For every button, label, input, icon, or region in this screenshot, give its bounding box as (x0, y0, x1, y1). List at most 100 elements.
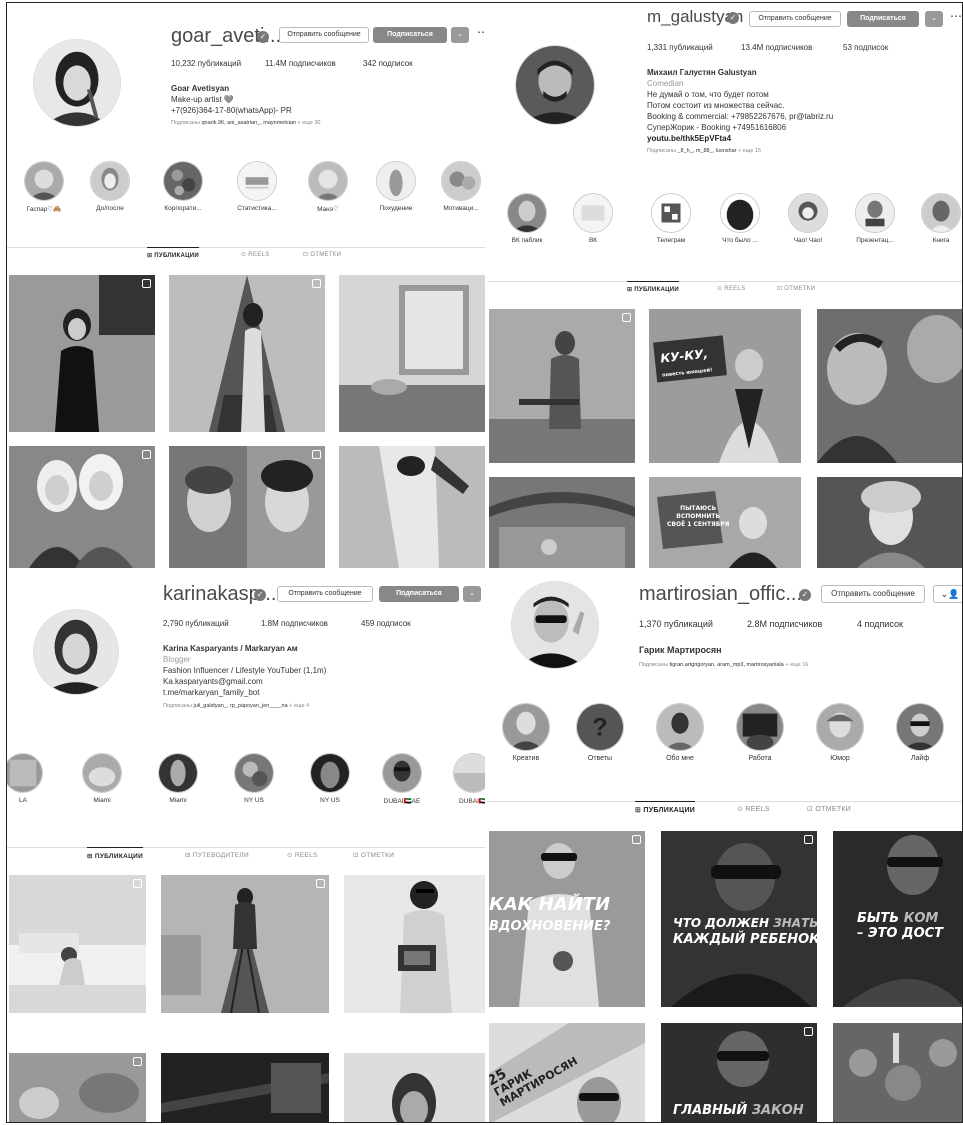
tab-tagged[interactable]: ⊡ ОТМЕТКИ (777, 285, 815, 292)
tab-reels[interactable]: ⊙ REELS (241, 251, 269, 258)
follow-button[interactable]: Подписаться (379, 586, 459, 602)
highlight[interactable]: Корпорати... (155, 161, 211, 212)
followed-by[interactable]: Подписаны juli_galstyan_, rp_papoyan_jen… (163, 701, 326, 712)
post-thumbnail[interactable] (833, 1023, 962, 1122)
post-thumbnail[interactable] (161, 1053, 329, 1122)
highlight[interactable]: Что было ... (715, 193, 765, 244)
followers-count[interactable]: 13.4M подписчиков (741, 43, 843, 52)
post-thumbnail[interactable] (169, 446, 325, 568)
post-thumbnail[interactable]: БЫТЬ КОМ – ЭТО ДОСТ (833, 831, 962, 1007)
tab-tagged[interactable]: ⊡ ОТМЕТКИ (807, 805, 851, 813)
followed-by[interactable]: Подписаны tigran.artgrigoryan, aram_mp3,… (639, 660, 808, 671)
tab-tagged[interactable]: ⊡ ОТМЕТКИ (353, 851, 394, 859)
stats-row: 10,232 публикаций 11.4M подписчиков 342 по… (171, 59, 413, 68)
following-count[interactable]: 459 подписок (361, 619, 411, 628)
highlight[interactable]: Статистика... (229, 161, 285, 212)
post-thumbnail[interactable] (9, 1053, 146, 1122)
highlight[interactable]: Манэ♡ (305, 161, 351, 213)
post-thumbnail[interactable] (9, 275, 155, 432)
chevron-down-icon[interactable]: ⌄ (451, 27, 469, 43)
highlight[interactable]: NY US (307, 753, 353, 804)
highlight[interactable]: Юмор (813, 703, 867, 762)
bio-link[interactable]: youtu.be/thk5EpVFta4 (647, 133, 833, 144)
message-button[interactable]: Отправить сообщение (277, 586, 373, 602)
bio-link[interactable]: t.me/markaryan_family_bot (163, 687, 326, 698)
post-thumbnail[interactable] (9, 446, 155, 568)
highlight[interactable]: Чао! Чао! (783, 193, 833, 244)
highlight[interactable]: Miami (155, 753, 201, 804)
tab-posts[interactable]: ⊞ ПУБЛИКАЦИИ (147, 247, 200, 259)
message-button[interactable]: Отправить сообщение (821, 585, 925, 603)
following-count[interactable]: 53 подписок (843, 43, 888, 52)
post-thumbnail[interactable] (339, 275, 485, 432)
message-button[interactable]: Отправить сообщение (749, 11, 841, 27)
follow-button[interactable]: Подписаться (847, 11, 919, 27)
followers-count[interactable]: 1.8M подписчиков (261, 619, 361, 628)
post-thumbnail[interactable]: КУ-КУ, повесть юношей! (649, 309, 801, 463)
avatar[interactable] (33, 39, 121, 127)
tab-reels[interactable]: ⊙ REELS (737, 805, 770, 813)
followers-count[interactable]: 2.8M подписчиков (747, 619, 857, 629)
highlight[interactable]: NY US (231, 753, 277, 804)
highlight[interactable]: До/после (87, 161, 133, 212)
tab-reels[interactable]: ⊙ REELS (717, 285, 745, 292)
avatar[interactable] (33, 609, 119, 695)
highlight[interactable]: DUBAI🇦🇪 (453, 753, 485, 805)
highlight[interactable]: Мотиваци... (437, 161, 485, 212)
highlight[interactable]: ? Ответы (573, 703, 627, 762)
highlight[interactable]: Книга (919, 193, 962, 244)
post-thumbnail[interactable]: ПЫТАЮСЬ ВСПОМНИТЬ СВОЁ 1 СЕНТЯБРЯ (649, 477, 801, 568)
highlight[interactable]: Лайф (893, 703, 947, 762)
highlight[interactable]: Презентац... (849, 193, 901, 244)
post-thumbnail[interactable]: ГЛАВНЫЙ ЗАКОН (661, 1023, 817, 1122)
followed-by[interactable]: Подписаны _8_h_, m_88_, lusnshar + еще 1… (647, 146, 833, 157)
highlight-label: Креатив (512, 755, 540, 762)
avatar[interactable] (515, 45, 595, 125)
following-count[interactable]: 342 подписок (363, 59, 413, 68)
tab-guides[interactable]: ⊟ ПУТЕВОДИТЕЛИ (185, 851, 249, 859)
follow-button[interactable]: Подписаться (373, 27, 447, 43)
post-thumbnail[interactable]: КАК НАЙТИ ВДОХНОВЕНИЕ? (489, 831, 645, 1007)
message-button[interactable]: Отправить сообщение (279, 27, 369, 43)
highlight[interactable]: Miami (79, 753, 125, 804)
post-thumbnail[interactable] (817, 309, 962, 463)
tab-posts[interactable]: ⊞ ПУБЛИКАЦИИ (627, 281, 680, 293)
caption-line: ПЫТАЮСЬ (680, 505, 717, 512)
tab-reels[interactable]: ⊙ REELS (287, 851, 318, 859)
post-thumbnail[interactable] (161, 875, 329, 1013)
post-thumbnail[interactable] (339, 446, 485, 568)
tab-label: ПУБЛИКАЦИИ (634, 287, 680, 293)
highlight[interactable]: LA (7, 753, 43, 804)
avatar[interactable] (511, 581, 599, 669)
highlight[interactable]: DUBAI🇦🇪AE (377, 753, 427, 805)
post-thumbnail[interactable] (489, 309, 635, 463)
post-thumbnail[interactable] (169, 275, 325, 432)
post-thumbnail[interactable]: 25 ГАРИК МАРТИРОСЯН (489, 1023, 645, 1122)
post-thumbnail[interactable] (344, 1053, 485, 1122)
following-count[interactable]: 4 подписок (857, 619, 903, 629)
highlight[interactable]: Гаспар♡🙈 (21, 161, 67, 213)
post-thumbnail[interactable] (9, 875, 146, 1013)
followers-count[interactable]: 11.4M подписчиков (265, 59, 363, 68)
followed-by[interactable]: Подписаны qnarik.96, ani_asatrian_, mayn… (171, 118, 320, 129)
chevron-down-icon[interactable]: ⌄ (463, 586, 481, 602)
highlight[interactable]: Обо мне (653, 703, 707, 762)
tab-posts[interactable]: ⊞ ПУБЛИКАЦИИ (87, 847, 144, 860)
more-options-icon[interactable]: ⋯ (950, 9, 962, 23)
post-thumbnail[interactable]: ЧТО ДОЛЖЕН ЗНАТЬ КАЖДЫЙ РЕБЕНОК (661, 831, 817, 1007)
highlight[interactable]: Работа (733, 703, 787, 762)
post-thumbnail[interactable] (489, 477, 635, 568)
highlight[interactable]: Телеграм (649, 193, 693, 244)
more-options-icon[interactable]: ⋯ (477, 25, 485, 39)
highlight[interactable]: Креатив (499, 703, 553, 762)
post-thumbnail[interactable] (344, 875, 485, 1013)
add-user-button[interactable]: ⌄👤 (933, 585, 962, 603)
highlight[interactable]: Похудение (371, 161, 421, 212)
tab-tagged[interactable]: ⊡ ОТМЕТКИ (303, 251, 341, 258)
highlight[interactable]: ВК (573, 193, 613, 244)
highlight[interactable]: ВК паблик (499, 193, 555, 244)
post-thumbnail[interactable] (817, 477, 962, 568)
tab-posts[interactable]: ⊞ ПУБЛИКАЦИИ (635, 801, 696, 814)
highlight-label: NY US (320, 797, 340, 804)
chevron-down-icon[interactable]: ⌄ (925, 11, 943, 27)
